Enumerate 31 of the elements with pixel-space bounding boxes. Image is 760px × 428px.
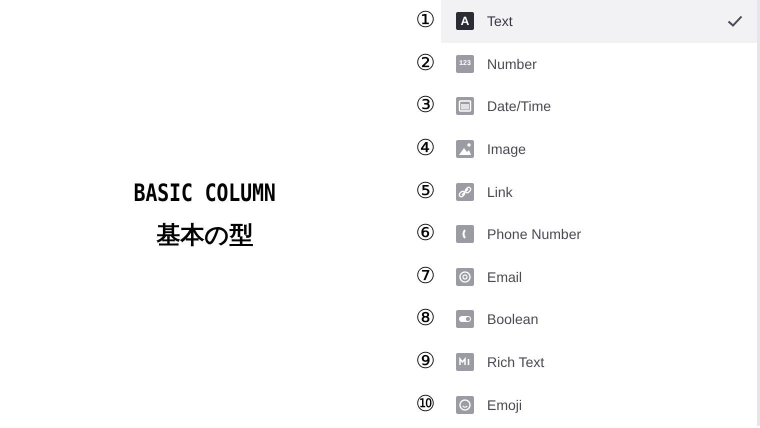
letter-icon: A	[456, 12, 474, 30]
datetime-icon	[456, 97, 474, 116]
circled-number: ①	[414, 10, 436, 32]
image-icon	[456, 140, 474, 158]
menu-item[interactable]: Link	[441, 170, 760, 213]
emoji-icon	[456, 396, 474, 414]
check-icon	[727, 15, 743, 28]
circled-number: ⑩	[414, 394, 436, 416]
link-icon	[456, 182, 474, 201]
menu-item[interactable]: Boolean	[441, 298, 760, 341]
menu-item[interactable]: Emoji	[441, 383, 760, 426]
circled-number: ②	[414, 52, 436, 75]
heading-title: BASIC COLUMN	[134, 179, 276, 207]
menu-item[interactable]: A Text	[441, 0, 760, 43]
circled-number: ⑤	[414, 180, 436, 203]
circled-number: ⑧	[414, 308, 436, 330]
menu-item[interactable]: Rich Text	[441, 340, 760, 384]
menu-item[interactable]: Image	[441, 128, 760, 170]
phone-icon	[456, 225, 474, 244]
menu-item[interactable]: Date/Time	[441, 85, 760, 128]
richtext-icon	[456, 353, 474, 372]
circled-number: ⑦	[414, 266, 436, 288]
circled-number: ③	[414, 95, 436, 118]
heading-subtitle: 基本の型	[156, 220, 254, 251]
circled-number: ④	[414, 138, 436, 160]
email-icon	[456, 268, 474, 286]
circled-number: ⑨	[414, 351, 436, 374]
menu-item[interactable]: Phone Number	[441, 212, 760, 256]
menu-item[interactable]: Email	[441, 256, 760, 298]
boolean-icon	[456, 310, 474, 328]
circled-number: ⑥	[414, 223, 436, 246]
